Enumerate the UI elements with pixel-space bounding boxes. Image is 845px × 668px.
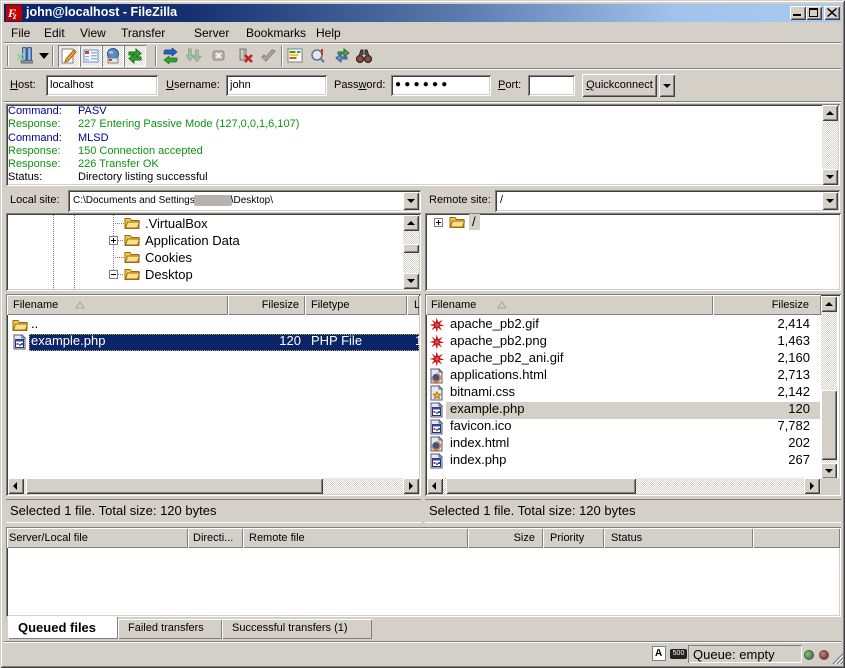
svg-text:z: z [12,11,17,21]
